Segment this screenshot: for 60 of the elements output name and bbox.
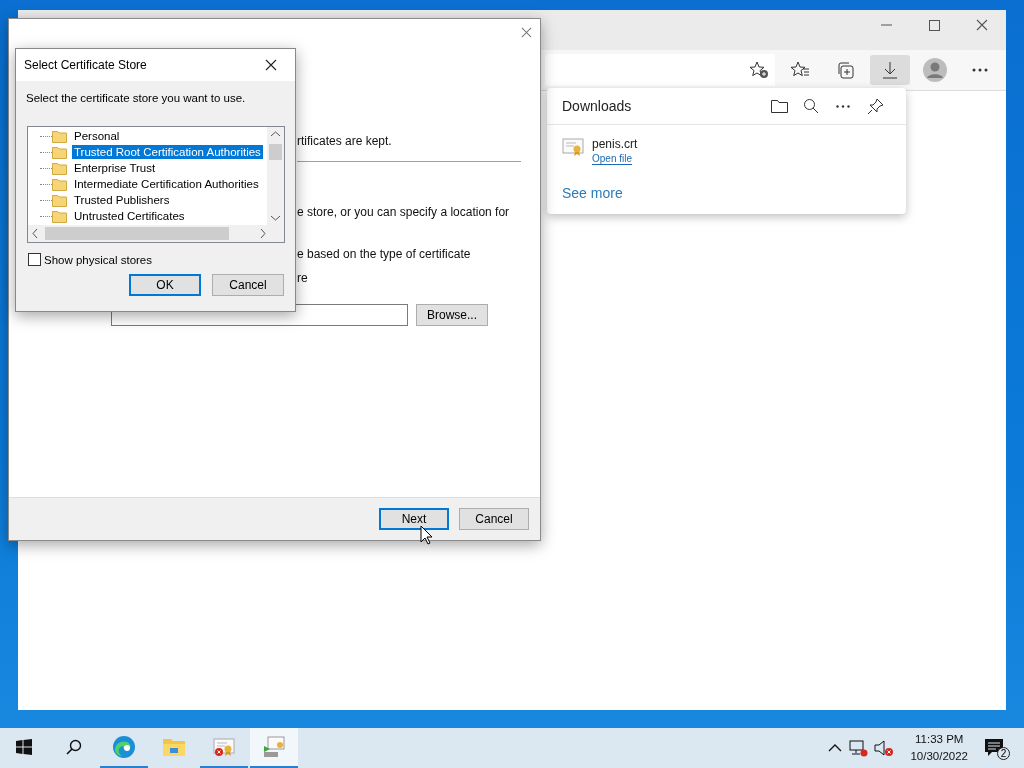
- search-icon[interactable]: [66, 739, 82, 755]
- more-icon[interactable]: [836, 104, 850, 108]
- speaker-muted-icon[interactable]: [874, 739, 895, 757]
- checkbox-label: Show physical stores: [44, 253, 153, 266]
- avatar-icon[interactable]: [923, 58, 947, 82]
- clock[interactable]: 11:33 PM 10/30/2022: [910, 731, 968, 765]
- folder-icon: [162, 736, 186, 758]
- close-icon[interactable]: [976, 19, 988, 31]
- notification-button[interactable]: 2: [982, 734, 1010, 762]
- wizard-text: e store, or you can specify a location for: [297, 204, 511, 220]
- tree-item[interactable]: Trusted Root Certification Authorities: [72, 145, 263, 159]
- close-icon[interactable]: [265, 59, 277, 71]
- next-button[interactable]: Next: [379, 508, 449, 530]
- wizard-text: re: [297, 270, 309, 286]
- ok-button[interactable]: OK: [129, 274, 201, 296]
- download-icon[interactable]: [882, 61, 898, 79]
- panel-title: Downloads: [562, 98, 633, 114]
- maximize-icon[interactable]: [928, 19, 940, 31]
- chevron-up-icon[interactable]: [828, 744, 843, 752]
- favorites-icon[interactable]: [790, 61, 810, 79]
- cancel-button[interactable]: Cancel: [212, 274, 284, 296]
- certificate-import-icon: [262, 736, 286, 758]
- folder-icon: [52, 129, 67, 143]
- folder-icon: [52, 177, 67, 191]
- tree-item[interactable]: Untrusted Certificates: [72, 209, 187, 223]
- folder-icon: [52, 145, 67, 159]
- more-icon[interactable]: [972, 68, 988, 72]
- see-more-link[interactable]: See more: [562, 185, 891, 201]
- tree-item[interactable]: Personal: [72, 129, 122, 143]
- checkbox[interactable]: [28, 253, 41, 266]
- scroll-thumb[interactable]: [269, 144, 282, 160]
- tree-item[interactable]: Trusted Publishers: [72, 193, 172, 207]
- taskbar-app[interactable]: [250, 728, 298, 768]
- dialog-title: Select Certificate Store: [24, 58, 147, 72]
- file-name: penis.crt: [592, 137, 638, 151]
- scroll-thumb[interactable]: [45, 227, 229, 240]
- browse-button[interactable]: Browse...: [416, 304, 488, 326]
- collections-icon[interactable]: [836, 61, 854, 79]
- vertical-scrollbar[interactable]: [267, 127, 284, 225]
- add-favorite-icon[interactable]: [749, 61, 769, 79]
- pin-icon[interactable]: [866, 97, 884, 115]
- search-icon[interactable]: [803, 98, 819, 114]
- open-file-link[interactable]: Open file: [592, 153, 633, 165]
- folder-icon: [52, 193, 67, 207]
- wizard-text: rtificates are kept.: [297, 133, 393, 149]
- tree-item[interactable]: Enterprise Trust: [72, 161, 158, 175]
- horizontal-scrollbar[interactable]: [28, 225, 284, 242]
- wizard-text: e based on the type of certificate: [297, 246, 472, 262]
- windows-icon[interactable]: [16, 739, 32, 755]
- dialog-prompt: Select the certificate store you want to use.: [26, 92, 247, 104]
- certificate-error-icon: [213, 737, 235, 757]
- browser-icon: [112, 735, 136, 759]
- tree-item[interactable]: Intermediate Certification Authorities: [72, 177, 261, 191]
- network-icon[interactable]: [848, 739, 869, 757]
- cancel-button[interactable]: Cancel: [459, 508, 529, 530]
- folder-icon: [52, 209, 67, 223]
- folder-icon: [52, 161, 67, 175]
- folder-icon[interactable]: [770, 99, 788, 113]
- certificate-file-icon: [562, 137, 584, 157]
- notification-icon: [984, 738, 1004, 758]
